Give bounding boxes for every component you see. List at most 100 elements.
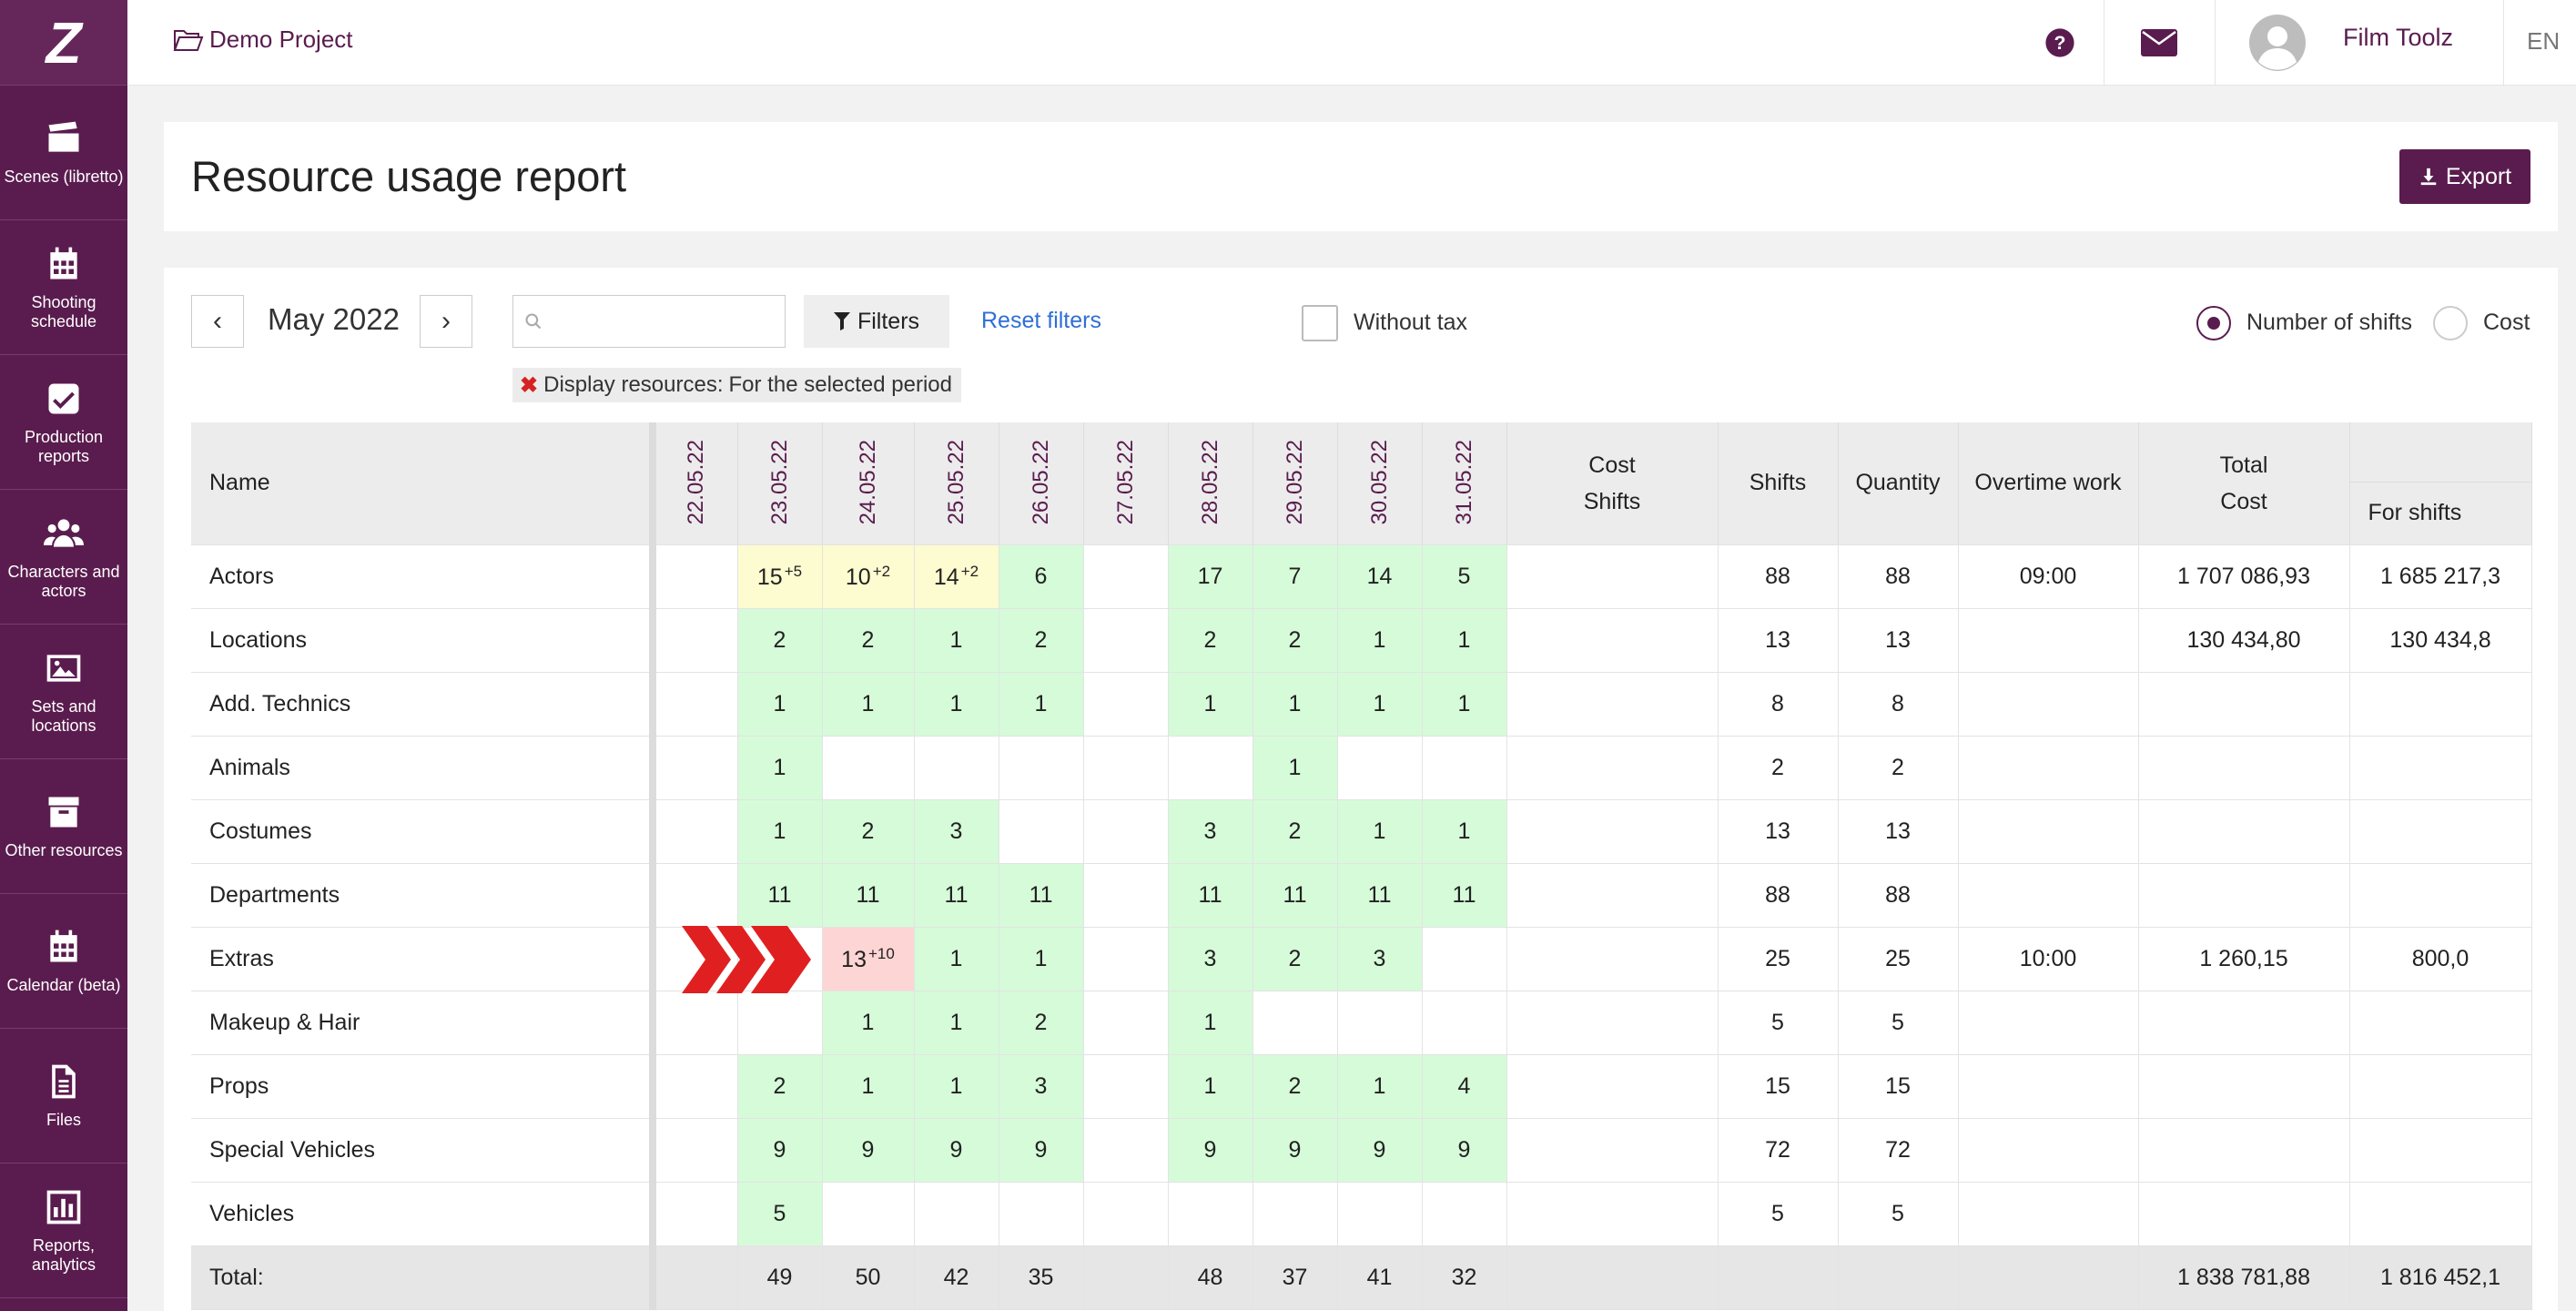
day-cell[interactable] xyxy=(1422,1182,1507,1246)
day-cell[interactable] xyxy=(1083,927,1169,991)
resource-name[interactable]: Special Vehicles xyxy=(191,1118,656,1183)
day-cell[interactable]: 1 xyxy=(914,608,999,673)
day-cell[interactable] xyxy=(1083,544,1169,609)
day-cell[interactable]: 13 +10 xyxy=(822,927,915,991)
day-cell[interactable] xyxy=(1168,1182,1253,1246)
day-cell[interactable] xyxy=(653,672,738,737)
day-cell[interactable] xyxy=(653,925,811,993)
day-cell[interactable]: 9 xyxy=(1253,1118,1338,1183)
day-cell[interactable] xyxy=(653,1182,738,1246)
day-cell[interactable]: 11 xyxy=(1168,863,1253,928)
day-cell[interactable] xyxy=(653,1118,738,1183)
resource-name[interactable]: Animals xyxy=(191,736,656,800)
day-cell[interactable]: 3 xyxy=(914,799,999,864)
day-cell[interactable]: 1 xyxy=(737,672,823,737)
resource-name[interactable]: Locations xyxy=(191,608,656,673)
cost-radio[interactable] xyxy=(2433,306,2468,340)
day-cell[interactable]: 1 xyxy=(914,927,999,991)
day-cell[interactable]: 11 xyxy=(1422,863,1507,928)
day-cell[interactable] xyxy=(1253,1182,1338,1246)
day-cell[interactable]: 7 xyxy=(1253,544,1338,609)
sidebar-item-sets[interactable]: Sets and locations xyxy=(0,625,127,759)
sidebar-item-shooting-schedule[interactable]: Shooting schedule xyxy=(0,220,127,355)
day-cell[interactable] xyxy=(737,991,823,1055)
resource-name[interactable]: Actors xyxy=(191,544,656,609)
day-cell[interactable]: 1 xyxy=(737,799,823,864)
day-cell[interactable] xyxy=(1253,991,1338,1055)
day-cell[interactable] xyxy=(1337,991,1423,1055)
day-cell[interactable]: 14 xyxy=(1337,544,1423,609)
sidebar-item-characters[interactable]: Characters and actors xyxy=(0,490,127,625)
day-cell[interactable]: 1 xyxy=(1253,736,1338,800)
day-cell[interactable]: 1 xyxy=(1168,1054,1253,1119)
day-cell[interactable] xyxy=(1083,1182,1169,1246)
resource-name[interactable]: Extras xyxy=(191,927,656,991)
filters-button[interactable]: Filters xyxy=(804,295,949,348)
day-cell[interactable]: 1 xyxy=(822,672,915,737)
resource-name[interactable]: Costumes xyxy=(191,799,656,864)
date-column-header[interactable]: 23.05.22 xyxy=(737,422,823,545)
day-cell[interactable]: 9 xyxy=(1168,1118,1253,1183)
sidebar-item-other-resources[interactable]: Other resources xyxy=(0,759,127,894)
search-field[interactable] xyxy=(512,295,786,348)
day-cell[interactable] xyxy=(914,736,999,800)
day-cell[interactable]: 1 xyxy=(737,736,823,800)
date-column-header[interactable]: 25.05.22 xyxy=(914,422,999,545)
day-cell[interactable]: 1 xyxy=(914,672,999,737)
day-cell[interactable]: 1 xyxy=(1253,672,1338,737)
date-column-header[interactable]: 27.05.22 xyxy=(1083,422,1169,545)
day-cell[interactable]: 5 xyxy=(1422,544,1507,609)
sidebar-item-files[interactable]: Files xyxy=(0,1029,127,1164)
day-cell[interactable] xyxy=(1083,1054,1169,1119)
next-month-button[interactable]: › xyxy=(420,295,472,348)
project-link[interactable]: Demo Project xyxy=(173,25,353,54)
day-cell[interactable]: 2 xyxy=(1253,799,1338,864)
language-switcher[interactable]: EN xyxy=(2527,27,2560,56)
day-cell[interactable] xyxy=(1337,736,1423,800)
day-cell[interactable]: 9 xyxy=(1422,1118,1507,1183)
day-cell[interactable]: 3 xyxy=(1168,799,1253,864)
day-cell[interactable]: 17 xyxy=(1168,544,1253,609)
date-column-header[interactable]: 26.05.22 xyxy=(999,422,1084,545)
day-cell[interactable]: 1 xyxy=(1168,991,1253,1055)
day-cell[interactable]: 3 xyxy=(1337,927,1423,991)
day-cell[interactable]: 1 xyxy=(999,672,1084,737)
reset-filters-link[interactable]: Reset filters xyxy=(981,308,1101,334)
date-column-header[interactable]: 24.05.22 xyxy=(822,422,915,545)
resource-name[interactable]: Makeup & Hair xyxy=(191,991,656,1055)
date-column-header[interactable]: 29.05.22 xyxy=(1253,422,1338,545)
day-cell[interactable]: 5 xyxy=(737,1182,823,1246)
day-cell[interactable] xyxy=(822,1182,915,1246)
sidebar-item-production-reports[interactable]: Production reports xyxy=(0,355,127,490)
day-cell[interactable]: 11 xyxy=(737,863,823,928)
day-cell[interactable] xyxy=(1422,927,1507,991)
day-cell[interactable]: 1 xyxy=(1337,799,1423,864)
day-cell[interactable] xyxy=(653,736,738,800)
day-cell[interactable]: 1 xyxy=(1422,672,1507,737)
messages-button[interactable] xyxy=(2104,0,2214,86)
day-cell[interactable] xyxy=(999,736,1084,800)
day-cell[interactable]: 11 xyxy=(999,863,1084,928)
day-cell[interactable] xyxy=(653,799,738,864)
day-cell[interactable] xyxy=(1083,736,1169,800)
day-cell[interactable]: 1 xyxy=(1422,608,1507,673)
day-cell[interactable]: 11 xyxy=(822,863,915,928)
resource-name[interactable]: Props xyxy=(191,1054,656,1119)
app-logo[interactable]: Z xyxy=(0,0,127,86)
day-cell[interactable]: 9 xyxy=(822,1118,915,1183)
day-cell[interactable] xyxy=(822,736,915,800)
day-cell[interactable] xyxy=(653,863,738,928)
day-cell[interactable]: 2 xyxy=(822,799,915,864)
day-cell[interactable] xyxy=(653,1054,738,1119)
date-column-header[interactable]: 30.05.22 xyxy=(1337,422,1423,545)
day-cell[interactable] xyxy=(1083,608,1169,673)
day-cell[interactable]: 4 xyxy=(1422,1054,1507,1119)
day-cell[interactable]: 1 xyxy=(1337,608,1423,673)
day-cell[interactable] xyxy=(1083,1118,1169,1183)
day-cell[interactable] xyxy=(653,608,738,673)
day-cell[interactable] xyxy=(914,1182,999,1246)
day-cell[interactable] xyxy=(653,544,738,609)
prev-month-button[interactable]: ‹ xyxy=(191,295,244,348)
day-cell[interactable] xyxy=(1168,736,1253,800)
day-cell[interactable] xyxy=(1083,991,1169,1055)
